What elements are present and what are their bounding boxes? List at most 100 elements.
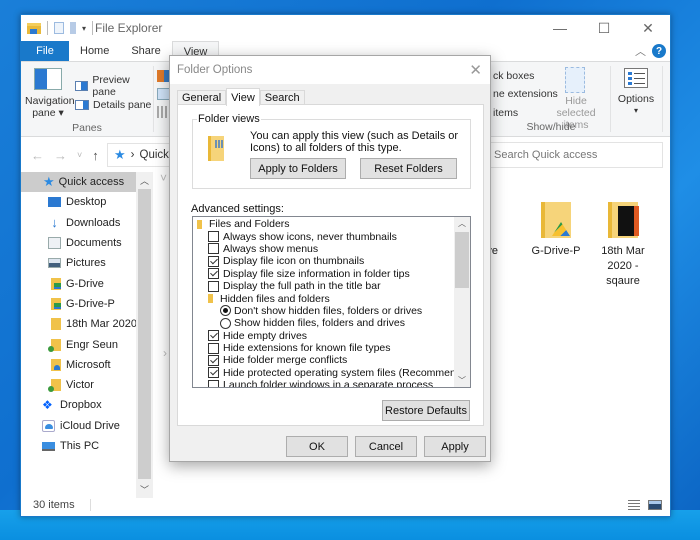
up-button[interactable]: ↑ [92,148,99,163]
nav-pane-scrollbar[interactable]: ︿ ﹀ [136,172,153,498]
setting-row[interactable]: Launch folder windows in a separate proc… [193,379,470,387]
setting-row[interactable]: Always show menus [193,243,470,255]
nav-item-pictures[interactable]: Pictures 📌︎ [21,253,153,273]
scroll-up-arrow-icon[interactable]: ︿ [136,174,153,187]
nav-item-quick-access[interactable]: ★ Quick access [21,172,153,193]
checkbox[interactable] [208,342,219,354]
nav-item-downloads[interactable]: ↓ Downloads 📌︎ [21,213,153,233]
checkbox[interactable] [208,379,219,387]
nav-item-desktop[interactable]: Desktop 📌︎ [21,192,153,212]
preview-pane-button[interactable]: Preview pane [75,74,153,98]
radio-button[interactable] [220,305,231,317]
checkbox[interactable] [208,268,219,280]
breadcrumb-quick-access[interactable]: Quick [140,149,169,161]
reset-folders-button[interactable]: Reset Folders [360,158,457,179]
hidden-items-option[interactable]: items [493,107,518,119]
recent-locations-button[interactable]: ˅ [77,150,82,160]
setting-row[interactable]: Always show icons, never thumbnails [193,230,470,243]
setting-label: Display file icon on thumbnails [223,255,365,268]
setting-row[interactable]: Hide protected operating system files (R… [193,367,470,379]
file-item[interactable]: 18th Mar 2020 - sqaure [593,202,653,289]
new-folder-icon[interactable] [70,22,76,34]
status-bar: 30 items [21,494,670,516]
nav-item-g-drive-p[interactable]: G-Drive-P 📌︎ [21,294,153,314]
setting-row[interactable]: Hide folder merge conflicts [193,354,470,366]
nav-item-documents[interactable]: Documents 📌︎ [21,233,153,253]
restore-defaults-button[interactable]: Restore Defaults [382,400,470,421]
checkbox[interactable] [208,354,219,366]
nav-item-this-pc[interactable]: This PC [21,436,153,456]
navigation-pane-button[interactable]: Navigation pane ▾ [25,68,75,119]
radio-button[interactable] [220,317,231,329]
tab-home[interactable]: Home [69,41,120,61]
search-input[interactable]: Search Quick access [485,142,663,168]
setting-row[interactable]: Display file icon on thumbnails [193,255,470,267]
scroll-up-arrow-icon[interactable]: ︿ [454,218,470,229]
maximize-button[interactable]: ☐ [582,15,626,41]
setting-row[interactable]: Display the full path in the title bar [193,280,470,292]
setting-label: Hide empty drives [223,329,308,342]
customize-toolbar-dropdown-icon[interactable]: ▾ [82,24,86,33]
nav-item-engr-seun[interactable]: Engr Seun [21,334,153,354]
checkbox[interactable] [208,367,219,379]
item-check-boxes-option[interactable]: ck boxes [493,70,534,82]
large-icons-view-icon[interactable] [648,500,662,510]
advanced-settings-tree: Files and Folders Always show icons, neve… [192,216,471,388]
nav-item-icloud-drive[interactable]: iCloud Drive [21,416,153,436]
nav-item-18th-mar-2020[interactable]: 18th Mar 2020 - [21,314,153,334]
details-pane-button[interactable]: Details pane [75,99,151,111]
checkbox[interactable] [208,243,219,255]
nav-item-g-drive[interactable]: G-Drive 📌︎ [21,273,153,293]
setting-row[interactable]: Don't show hidden files, folders or driv… [193,305,470,317]
ok-button[interactable]: OK [286,436,348,457]
desktop-icon [48,197,61,208]
group-separator [153,66,154,132]
breadcrumb-separator[interactable]: › [131,149,135,161]
scroll-down-arrow-icon[interactable]: ﹀ [454,375,470,386]
options-button[interactable]: Options ▾ [611,68,661,117]
tab-file[interactable]: File [21,41,69,61]
setting-row[interactable]: Hide empty drives [193,330,470,342]
checkbox[interactable] [208,255,219,267]
checkbox[interactable] [208,231,219,243]
cancel-button[interactable]: Cancel [355,436,417,457]
nav-item-microsoft[interactable]: Microsoft [21,355,153,375]
tab-share[interactable]: Share [120,41,171,61]
panes-group: Navigation pane ▾ Preview pane Details p… [21,62,153,137]
file-item[interactable]: G-Drive-P [521,202,591,259]
scrollbar-thumb[interactable] [455,232,469,288]
setting-row[interactable]: Show hidden files, folders and drives [193,317,470,329]
preview-pane-icon [75,81,89,91]
nav-item-label: Dropbox [60,399,102,412]
tab-general[interactable]: General [177,90,227,105]
nav-item-label: Desktop [66,196,107,209]
view-tab-panel: Folder views You can apply this view (su… [177,104,484,426]
minimize-button[interactable]: — [538,15,582,41]
setting-row[interactable]: Display file size information in folder … [193,268,470,280]
item-count: 30 items [33,499,75,511]
nav-item-label: This PC [60,440,100,452]
tab-view[interactable]: View [226,88,260,106]
properties-icon[interactable] [54,22,64,34]
apply-to-folders-button[interactable]: Apply to Folders [250,158,346,179]
scrollbar-thumb[interactable] [138,189,151,479]
nav-item-dropbox[interactable]: ❖ Dropbox [21,395,153,415]
checkbox[interactable] [208,330,219,342]
details-view-icon[interactable] [628,500,640,511]
checkbox[interactable] [208,280,219,292]
dropbox-icon: ❖ [42,398,53,413]
setting-row[interactable]: Hide extensions for known file types [193,342,470,354]
collapse-ribbon-icon[interactable]: ︿ [635,43,646,59]
settings-scrollbar[interactable]: ︿ ﹀ [454,217,470,387]
dialog-close-button[interactable]: ✕ [469,61,482,79]
tab-search[interactable]: Search [259,90,305,105]
image-folder-icon [608,202,639,238]
setting-label: Files and Folders [209,218,290,231]
back-button[interactable]: ← [31,148,44,163]
apply-button[interactable]: Apply [424,436,486,457]
help-icon[interactable]: ? [652,44,666,58]
close-button[interactable]: ✕ [626,15,670,41]
hide-selected-items-icon [565,67,585,93]
nav-item-victor[interactable]: Victor [21,375,153,395]
forward-button[interactable]: → [54,148,67,163]
